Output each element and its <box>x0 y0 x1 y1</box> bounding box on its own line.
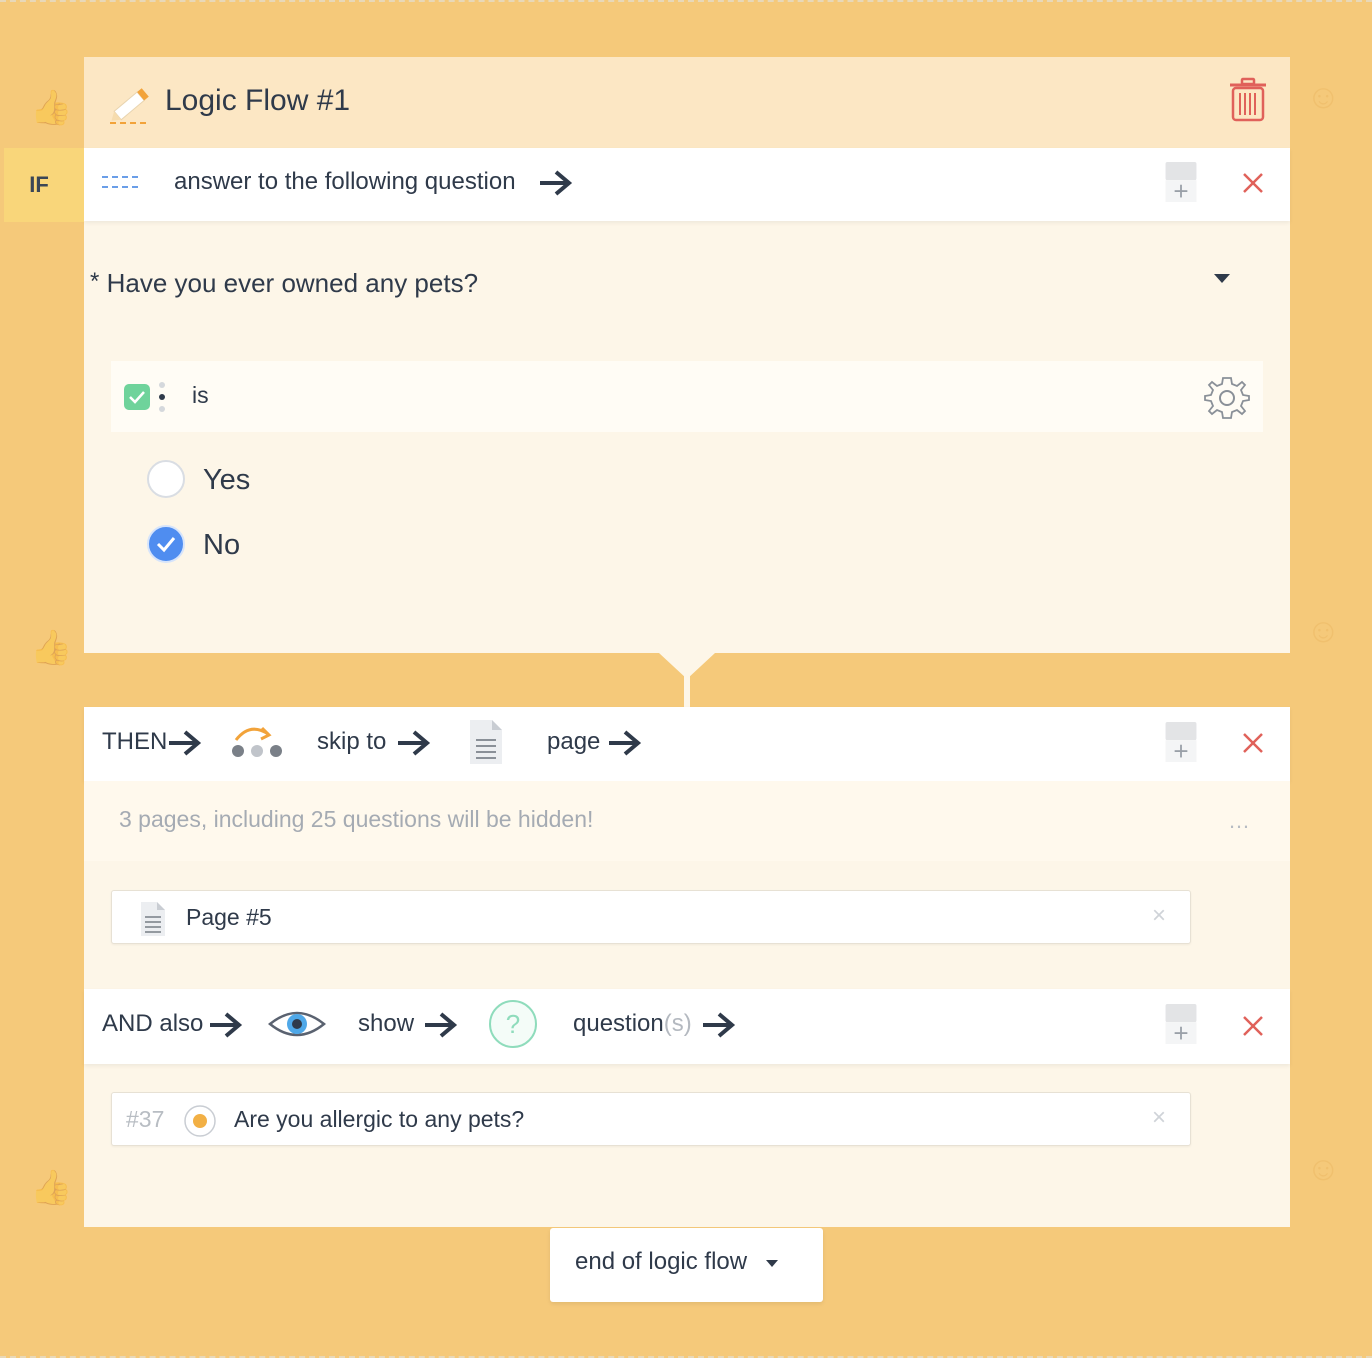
smile-doodle-icon: ☺ <box>1306 612 1341 650</box>
arrow-right-icon <box>398 730 431 756</box>
question-number: #37 <box>126 1106 165 1132</box>
checkbox-operator-icon[interactable] <box>124 380 168 414</box>
add-and-action-button[interactable] <box>1164 1004 1198 1044</box>
remove-and-action-icon[interactable] <box>1242 1015 1264 1037</box>
more-options-icon[interactable]: … <box>1228 808 1251 834</box>
check-icon <box>156 537 176 553</box>
pencil-icon[interactable] <box>108 84 154 126</box>
help-icon[interactable]: ? <box>489 1000 537 1048</box>
radio-question-icon <box>184 1105 216 1137</box>
logic-flow-card <box>84 57 1290 653</box>
arrow-right-icon <box>169 730 202 756</box>
and-action-label[interactable]: show <box>358 1010 414 1038</box>
thumbs-up-doodle-icon: 👍 <box>30 1169 73 1207</box>
and-target-label[interactable]: question(s) <box>573 1010 692 1038</box>
smile-doodle-icon: ☺ <box>1306 78 1341 116</box>
thumbs-up-doodle-icon: 👍 <box>30 89 73 127</box>
chevron-down-icon[interactable] <box>1214 274 1230 283</box>
gear-icon[interactable] <box>1204 375 1250 421</box>
option-no-radio[interactable] <box>147 525 185 563</box>
trash-icon[interactable] <box>1228 77 1268 123</box>
remove-question-icon[interactable]: × <box>1152 1104 1166 1132</box>
and-target-text: question <box>573 1010 664 1037</box>
add-action-button[interactable] <box>1164 722 1198 762</box>
flow-connector-line <box>684 676 690 708</box>
required-mark: * <box>90 268 100 295</box>
selected-page-chip[interactable] <box>111 890 1191 944</box>
operator-label[interactable]: is <box>192 382 209 409</box>
question-select[interactable]: * Have you ever owned any pets? <box>90 268 478 299</box>
then-target-label[interactable]: page <box>547 728 600 756</box>
and-tag: AND also <box>102 1010 204 1037</box>
question-type-icon <box>102 176 142 188</box>
hidden-pages-text: 3 pages, including 25 questions will be … <box>119 806 594 832</box>
remove-page-icon[interactable]: × <box>1152 902 1166 930</box>
then-action-label[interactable]: skip to <box>317 728 386 756</box>
arrow-right-icon <box>609 730 642 756</box>
selected-question-text: Are you allergic to any pets? <box>234 1106 525 1132</box>
thumbs-up-doodle-icon: 👍 <box>30 629 73 667</box>
smile-doodle-icon: ☺ <box>1306 1150 1341 1188</box>
option-yes-radio[interactable] <box>147 460 185 498</box>
end-of-flow-label[interactable]: end of logic flow <box>575 1248 747 1276</box>
remove-condition-icon[interactable] <box>1242 172 1264 194</box>
flow-title[interactable]: Logic Flow #1 <box>165 84 350 118</box>
operator-row <box>111 361 1263 432</box>
question-text: Have you ever owned any pets? <box>106 268 479 298</box>
option-yes-label[interactable]: Yes <box>203 464 250 497</box>
eye-icon[interactable] <box>268 1006 326 1042</box>
selected-page-label: Page #5 <box>186 904 272 930</box>
skip-icon[interactable] <box>230 722 284 758</box>
chevron-down-icon[interactable] <box>766 1260 778 1267</box>
add-condition-button[interactable] <box>1164 162 1198 202</box>
then-tag: THEN <box>102 728 168 755</box>
arrow-right-icon <box>425 1012 458 1038</box>
and-target-suffix: (s) <box>663 1010 692 1037</box>
condition-label[interactable]: answer to the following question <box>174 168 516 196</box>
option-no-label[interactable]: No <box>203 529 240 562</box>
page-icon[interactable] <box>468 718 504 766</box>
arrow-right-icon <box>703 1012 736 1038</box>
page-icon <box>141 902 165 936</box>
arrow-right-icon <box>210 1012 243 1038</box>
if-tag: IF <box>4 148 84 222</box>
remove-action-icon[interactable] <box>1242 732 1264 754</box>
arrow-right-icon <box>540 170 573 196</box>
